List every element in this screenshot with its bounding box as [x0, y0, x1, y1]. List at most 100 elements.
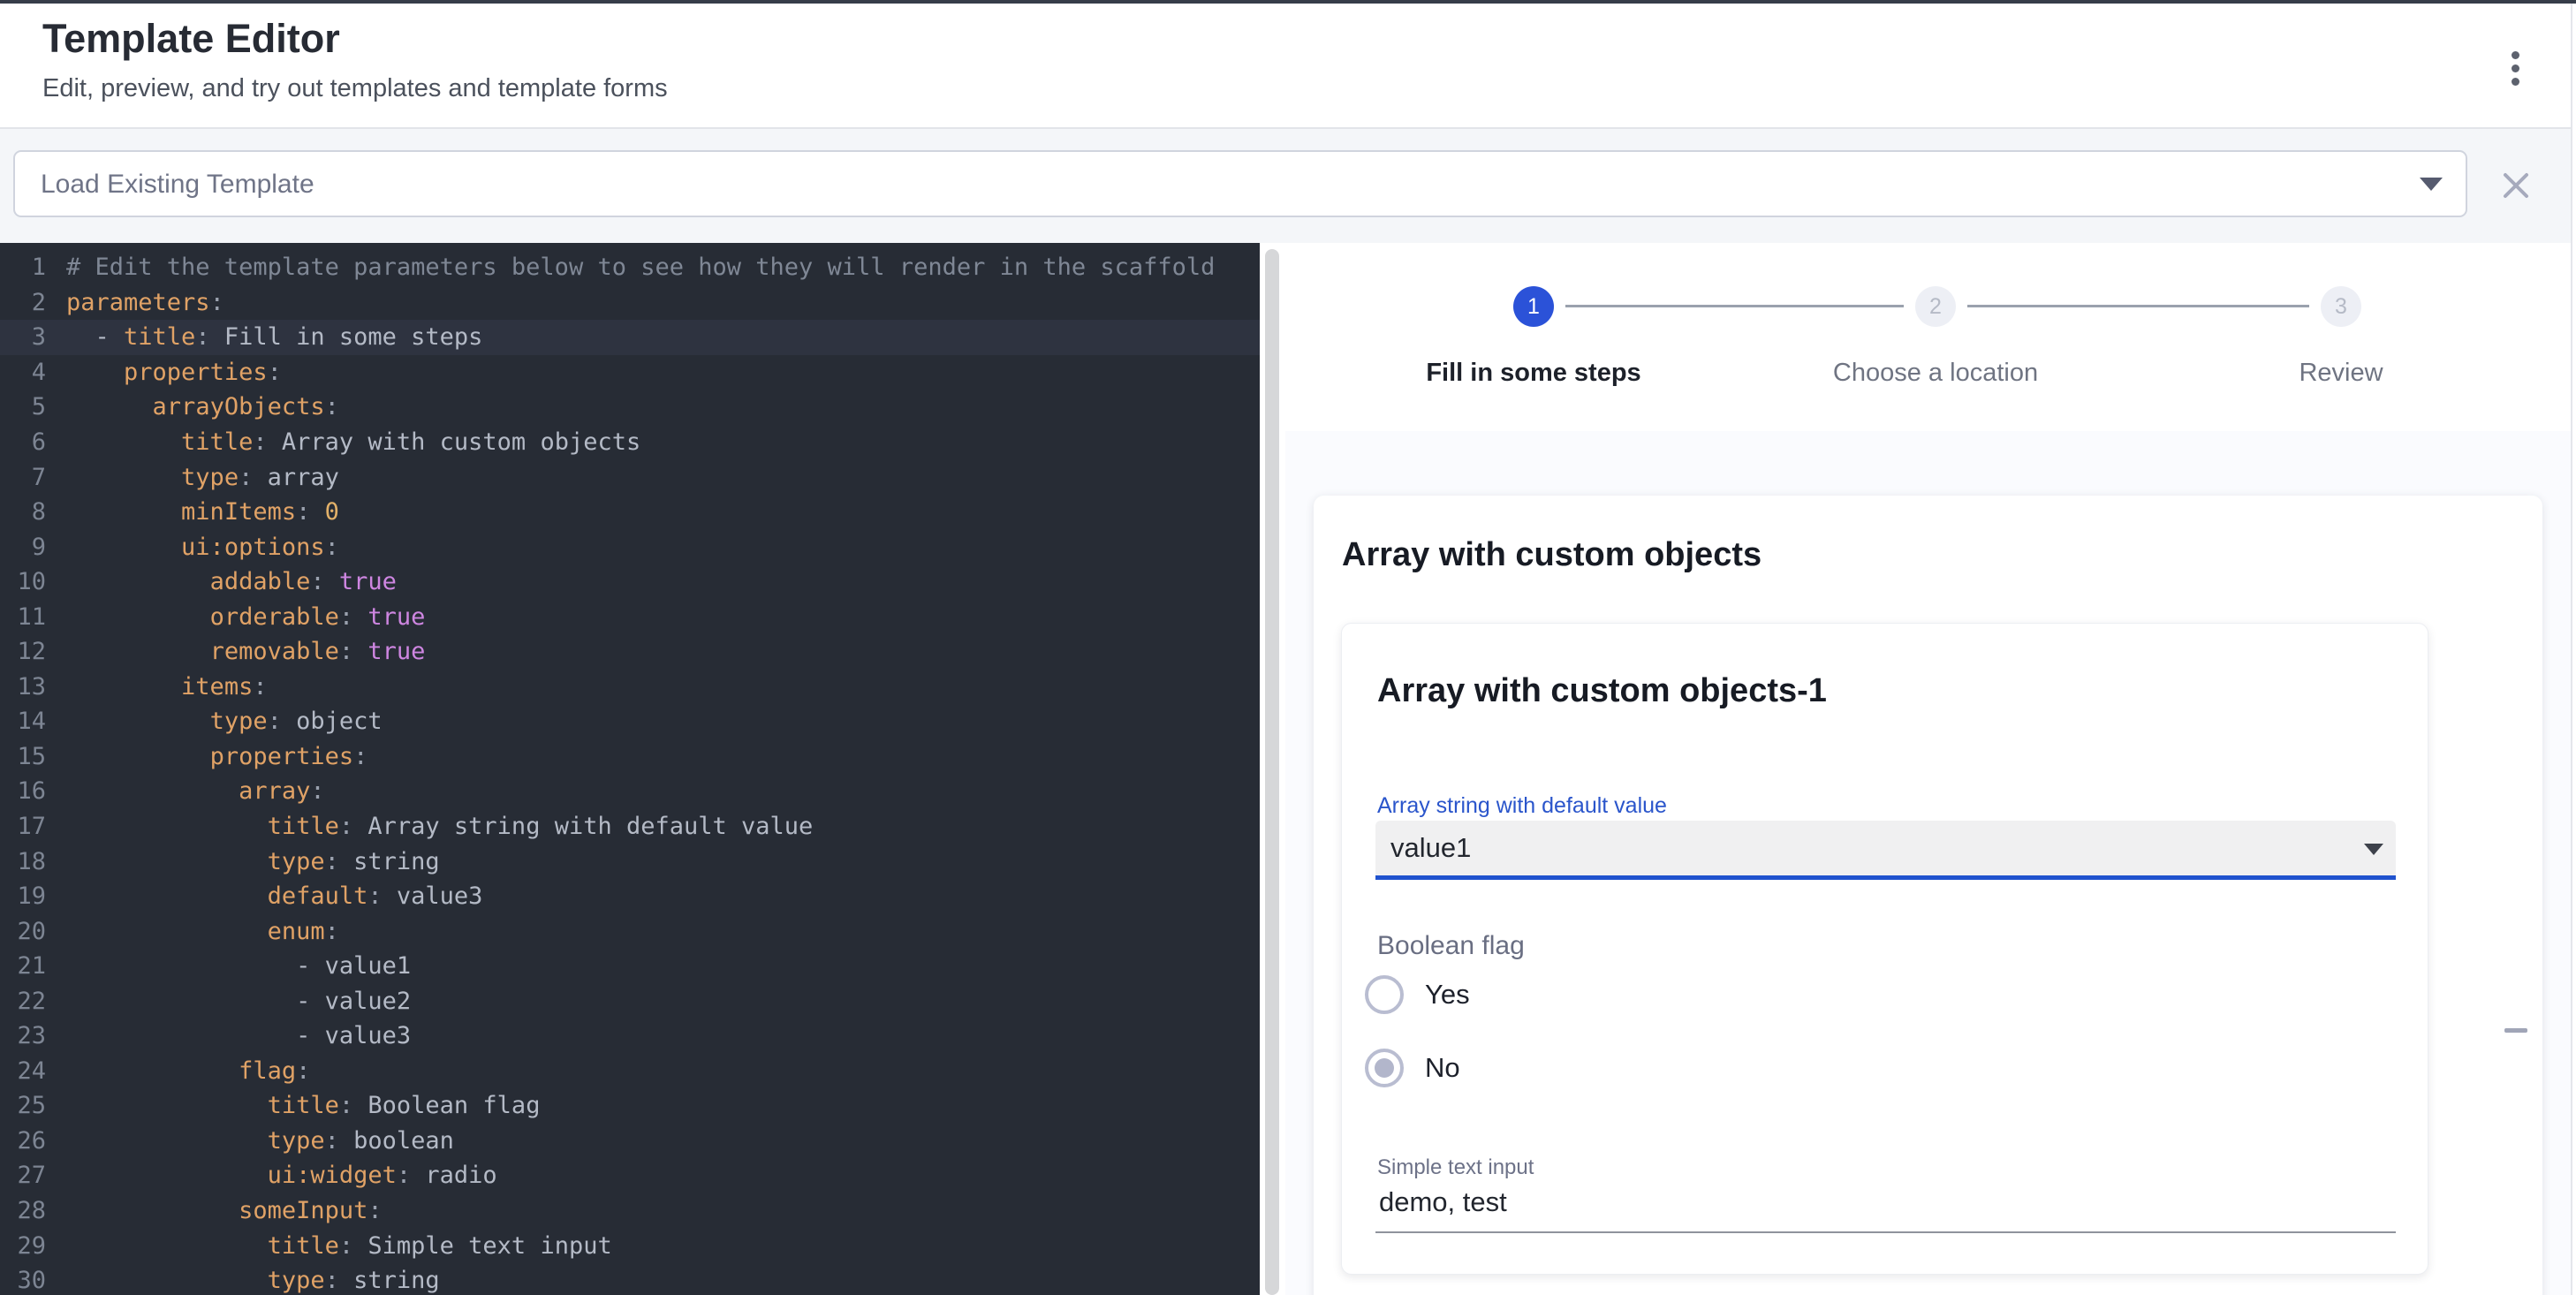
line-number: 23 — [0, 1022, 46, 1049]
code-line[interactable]: 13 items: — [0, 670, 1260, 705]
stepper-step-2-label[interactable]: Choose a location — [1732, 359, 2139, 388]
line-number: 18 — [0, 848, 46, 875]
code-line[interactable]: 16 array: — [0, 774, 1260, 809]
radio-dot — [1375, 1058, 1394, 1078]
radio-option-yes[interactable]: Yes — [1365, 975, 1470, 1014]
array-item-heading: Array with custom objects-1 — [1377, 672, 1827, 710]
code-text: addable: true — [66, 568, 397, 595]
line-number: 1 — [0, 254, 46, 281]
template-editor-app: Template Editor Edit, preview, and try o… — [0, 0, 2576, 1295]
line-number: 9 — [0, 534, 46, 561]
code-text: title: Array string with default value — [66, 813, 813, 840]
code-line[interactable]: 18 type: string — [0, 844, 1260, 879]
code-line[interactable]: 28 someInput: — [0, 1193, 1260, 1229]
stepper-step-2-circle[interactable]: 2 — [1915, 286, 1956, 327]
page-subtitle: Edit, preview, and try out templates and… — [42, 74, 668, 103]
stepper-step-3-label[interactable]: Review — [2138, 359, 2544, 388]
code-line[interactable]: 8 minItems: 0 — [0, 495, 1260, 530]
code-text: someInput: — [66, 1197, 383, 1224]
line-number: 29 — [0, 1232, 46, 1260]
code-line[interactable]: 26 type: boolean — [0, 1124, 1260, 1159]
line-number: 2 — [0, 289, 46, 316]
stepper-step-3-circle[interactable]: 3 — [2321, 286, 2361, 327]
code-text: ui:options: — [66, 534, 339, 561]
code-line[interactable]: 29 title: Simple text input — [0, 1228, 1260, 1263]
page-title: Template Editor — [42, 16, 340, 62]
code-text: - title: Fill in some steps — [66, 323, 482, 351]
line-number: 8 — [0, 498, 46, 526]
code-line[interactable]: 25 title: Boolean flag — [0, 1088, 1260, 1124]
clear-template-button[interactable] — [2498, 168, 2534, 203]
form-section-heading: Array with custom objects — [1342, 536, 1762, 574]
line-number: 13 — [0, 673, 46, 701]
code-text: type: object — [66, 708, 383, 735]
code-line[interactable]: 22 - value2 — [0, 983, 1260, 1019]
kebab-dot — [2512, 51, 2519, 59]
boolean-flag-label: Boolean flag — [1377, 931, 1525, 961]
code-text: parameters: — [66, 289, 224, 316]
dropdown-caret-icon[interactable] — [2420, 178, 2443, 191]
array-string-select[interactable]: value1 — [1375, 821, 2396, 875]
code-editor[interactable]: 1# Edit the template parameters below to… — [0, 243, 1260, 1295]
radio-unselected-icon[interactable] — [1365, 975, 1404, 1014]
load-template-input[interactable] — [39, 152, 2383, 217]
line-number: 11 — [0, 603, 46, 631]
code-line[interactable]: 9 ui:options: — [0, 529, 1260, 564]
line-number: 17 — [0, 813, 46, 840]
page-scrollbar-track[interactable] — [2572, 0, 2576, 1295]
code-line[interactable]: 19 default: value3 — [0, 879, 1260, 914]
template-loader-bar — [0, 129, 2576, 243]
code-line[interactable]: 20 enum: — [0, 913, 1260, 949]
editor-scrollbar-thumb[interactable] — [1265, 249, 1279, 1295]
code-line[interactable]: 4 properties: — [0, 355, 1260, 390]
line-number: 21 — [0, 952, 46, 980]
code-line[interactable]: 3 - title: Fill in some steps — [0, 320, 1260, 355]
select-field-label: Array string with default value — [1377, 793, 1667, 819]
stepper-step-1-circle[interactable]: 1 — [1513, 286, 1554, 327]
code-line[interactable]: 27 ui:widget: radio — [0, 1158, 1260, 1193]
code-line[interactable]: 7 type: array — [0, 459, 1260, 495]
line-number: 12 — [0, 638, 46, 665]
code-text: - value2 — [66, 988, 411, 1015]
line-number: 14 — [0, 708, 46, 735]
more-options-button[interactable] — [2489, 35, 2541, 101]
line-number: 19 — [0, 882, 46, 910]
code-text: - value3 — [66, 1022, 411, 1049]
code-line[interactable]: 1# Edit the template parameters below to… — [0, 250, 1260, 285]
code-line[interactable]: 12 removable: true — [0, 634, 1260, 670]
line-number: 16 — [0, 777, 46, 805]
simple-text-input[interactable] — [1377, 1185, 2370, 1219]
code-line[interactable]: 15 properties: — [0, 739, 1260, 775]
code-text: removable: true — [66, 638, 425, 665]
code-text: ui:widget: radio — [66, 1162, 497, 1189]
code-line[interactable]: 10 addable: true — [0, 564, 1260, 600]
code-text: default: value3 — [66, 882, 482, 910]
code-text: orderable: true — [66, 603, 425, 631]
load-template-select[interactable] — [13, 150, 2467, 217]
line-number: 3 — [0, 323, 46, 351]
form-preview-area: Array with custom objects Array with cus… — [1285, 431, 2576, 1295]
select-field-value: value1 — [1390, 821, 1471, 875]
line-number: 26 — [0, 1127, 46, 1155]
radio-option-label: No — [1425, 1052, 1460, 1084]
code-line[interactable]: 17 title: Array string with default valu… — [0, 809, 1260, 844]
code-line[interactable]: 2 parameters: — [0, 285, 1260, 321]
code-line[interactable]: 14 type: object — [0, 704, 1260, 739]
code-line[interactable]: 5 arrayObjects: — [0, 390, 1260, 425]
code-text: flag: — [66, 1057, 310, 1085]
code-line[interactable]: 6 title: Array with custom objects — [0, 425, 1260, 460]
code-line[interactable]: 24 flag: — [0, 1054, 1260, 1089]
radio-option-no[interactable]: No — [1365, 1049, 1460, 1087]
line-number: 30 — [0, 1267, 46, 1294]
line-number: 4 — [0, 359, 46, 386]
code-line[interactable]: 21 - value1 — [0, 949, 1260, 984]
code-line[interactable]: 11 orderable: true — [0, 599, 1260, 634]
remove-array-item-button[interactable] — [2495, 1009, 2537, 1051]
line-number: 10 — [0, 568, 46, 595]
simple-text-label: Simple text input — [1377, 1155, 1534, 1180]
code-line[interactable]: 23 - value3 — [0, 1019, 1260, 1054]
radio-selected-icon[interactable] — [1365, 1049, 1404, 1087]
code-line[interactable]: 30 type: string — [0, 1263, 1260, 1295]
stepper-step-1-label[interactable]: Fill in some steps — [1330, 359, 1737, 388]
line-number: 15 — [0, 743, 46, 770]
